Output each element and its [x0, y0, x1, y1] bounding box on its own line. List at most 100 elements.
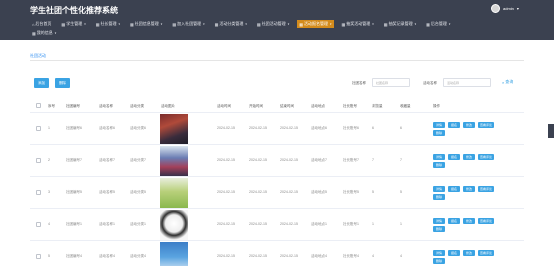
action-button[interactable]: 删除 — [433, 130, 445, 136]
nav-item[interactable]: ▦ 抽奖记录管理 ▾ — [382, 20, 418, 28]
table-cell-index: 5 — [48, 254, 50, 258]
action-button[interactable]: 详情 — [433, 154, 445, 160]
table-cell-location: 活动地点1 — [311, 222, 327, 226]
action-button[interactable]: 删除 — [433, 226, 445, 232]
nav-item[interactable]: ⌂ 后台首页 — [30, 20, 53, 28]
grid-icon: ▦ — [172, 21, 177, 27]
table-cell-start: 2024-02-15 — [249, 126, 267, 130]
app-title: 学生社团个性化推荐系统 — [30, 6, 118, 15]
select-all-checkbox[interactable] — [36, 103, 41, 108]
breadcrumb[interactable]: 社团活动 — [30, 53, 46, 59]
table-cell-views: 7 — [372, 158, 374, 162]
table-cell-favs: 5 — [400, 190, 402, 194]
add-button[interactable]: 添加 — [34, 78, 49, 88]
nav-item-label: 学生管理 — [66, 21, 83, 26]
table-cell-activity-time: 2024-02-15 — [217, 158, 235, 162]
row-checkbox[interactable] — [36, 222, 41, 227]
table-cell-end: 2024-02-15 — [280, 222, 298, 226]
nav-item[interactable]: ▦ 抽奖活动管理 ▾ — [340, 20, 376, 28]
column-header: 活动地点 — [311, 104, 325, 108]
nav-item[interactable]: ▦ 后台管理 ▾ — [424, 20, 452, 28]
delete-button[interactable]: 删除 — [55, 78, 70, 88]
nav-item-label: 社团活动管理 — [261, 21, 286, 26]
action-button[interactable]: 删除 — [433, 258, 445, 264]
activity-image — [160, 242, 188, 266]
action-button[interactable]: 删除 — [433, 162, 445, 168]
column-header: 社团编号 — [66, 104, 80, 108]
action-button[interactable]: 删除 — [433, 194, 445, 200]
nav-item[interactable]: ▦ 社长管理 ▾ — [94, 20, 122, 28]
table-cell-name: 活动名称4 — [99, 254, 115, 258]
column-header: 活动名称 — [99, 104, 113, 108]
action-button[interactable]: 修改 — [463, 154, 475, 160]
grid-icon: ▦ — [426, 21, 430, 27]
table-cell-leader: 社长账号5 — [343, 190, 359, 194]
user-name[interactable]: admin — [503, 6, 514, 11]
nav-item-label: 后台首页 — [35, 21, 52, 26]
action-button[interactable]: 查看评论 — [478, 250, 494, 256]
activity-name-label: 活动名称 — [423, 81, 437, 85]
user-menu[interactable]: admin ▾ — [491, 4, 519, 13]
action-button[interactable]: 详情 — [433, 218, 445, 224]
table-cell-activity-time: 2024-02-15 — [217, 222, 235, 226]
table-cell-location: 活动地点6 — [311, 126, 327, 130]
avatar[interactable] — [491, 4, 500, 13]
grid-icon: ▦ — [214, 21, 219, 27]
chevron-down-icon[interactable]: ▾ — [517, 6, 519, 11]
nav-item[interactable]: ▦ 社团活动管理 ▾ — [255, 20, 291, 28]
action-button[interactable]: 报名 — [448, 122, 460, 128]
table-row: 3 社团编号5 活动名称5 活动分类5 2024-02-15 2024-02-15 2024… — [30, 177, 524, 209]
table-cell-start: 2024-02-15 — [249, 190, 267, 194]
nav-item-label: 抽奖活动管理 — [346, 21, 371, 26]
chevron-down-icon: ▾ — [372, 22, 374, 26]
nav-item-label: 社团信息管理 — [134, 21, 159, 26]
row-checkbox[interactable] — [36, 158, 41, 163]
grid-icon: ▦ — [32, 30, 36, 36]
action-button[interactable]: 查看评论 — [478, 154, 494, 160]
row-checkbox[interactable] — [36, 190, 41, 195]
nav-item[interactable]: ▦ 学生管理 ▾ — [59, 20, 87, 28]
table-cell-activity-time: 2024-02-15 — [217, 190, 235, 194]
table-cell-location: 活动地点5 — [311, 190, 327, 194]
action-button[interactable]: 详情 — [433, 250, 445, 256]
action-button[interactable]: 详情 — [433, 186, 445, 192]
nav-item[interactable]: ▦ 社团信息管理 ▾ — [128, 20, 164, 28]
table-row: 1 社团编号6 活动名称6 活动分类6 2024-02-15 2024-02-15 2024… — [30, 113, 524, 145]
table-cell-name: 活动名称5 — [99, 190, 115, 194]
action-button[interactable]: 报名 — [448, 250, 460, 256]
table-cell-favs: 7 — [400, 158, 402, 162]
club-name-input[interactable]: 社团名称 — [372, 78, 410, 87]
action-button[interactable]: 修改 — [463, 218, 475, 224]
action-button[interactable]: 查看评论 — [478, 186, 494, 192]
nav-item-label: 后台管理 — [430, 21, 447, 26]
chevron-down-icon: ▾ — [329, 22, 332, 26]
action-button[interactable]: 修改 — [463, 186, 475, 192]
action-button[interactable]: 报名 — [448, 218, 460, 224]
action-button[interactable]: 报名 — [448, 186, 460, 192]
chevron-down-icon: ▾ — [203, 22, 205, 26]
activity-name-input[interactable]: 活动名称 — [443, 78, 491, 87]
action-button[interactable]: 报名 — [448, 154, 460, 160]
action-button[interactable]: 修改 — [463, 122, 475, 128]
action-button[interactable]: 查看评论 — [478, 122, 494, 128]
nav-item[interactable]: ▦ 加入社团管理 ▾ — [170, 20, 206, 28]
nav-item[interactable]: ▦ 活动报名管理 ▾ — [297, 20, 334, 28]
column-header: 收藏量 — [400, 104, 411, 108]
row-checkbox[interactable] — [36, 254, 41, 259]
table-cell-favs: 6 — [400, 126, 402, 130]
activity-image — [160, 210, 188, 240]
action-button[interactable]: 查看评论 — [478, 218, 494, 224]
grid-icon: ▦ — [95, 21, 100, 27]
chevron-down-icon: ▾ — [448, 22, 451, 26]
action-button[interactable]: 修改 — [463, 250, 475, 256]
nav-item[interactable]: ▦ 活动分类管理 ▾ — [213, 20, 249, 28]
side-panel-handle[interactable] — [548, 124, 554, 138]
nav-item-label: 我的信息 — [36, 30, 53, 35]
row-checkbox[interactable] — [36, 126, 41, 131]
table-cell-leader: 社长账号7 — [343, 158, 359, 162]
nav-item[interactable]: ▦ 我的信息 ▾ — [30, 29, 58, 37]
chevron-down-icon: ▾ — [118, 22, 121, 26]
action-button[interactable]: 详情 — [433, 122, 445, 128]
search-button[interactable]: ⌕ 查询 — [502, 79, 513, 85]
home-icon: ⌂ — [32, 21, 35, 27]
